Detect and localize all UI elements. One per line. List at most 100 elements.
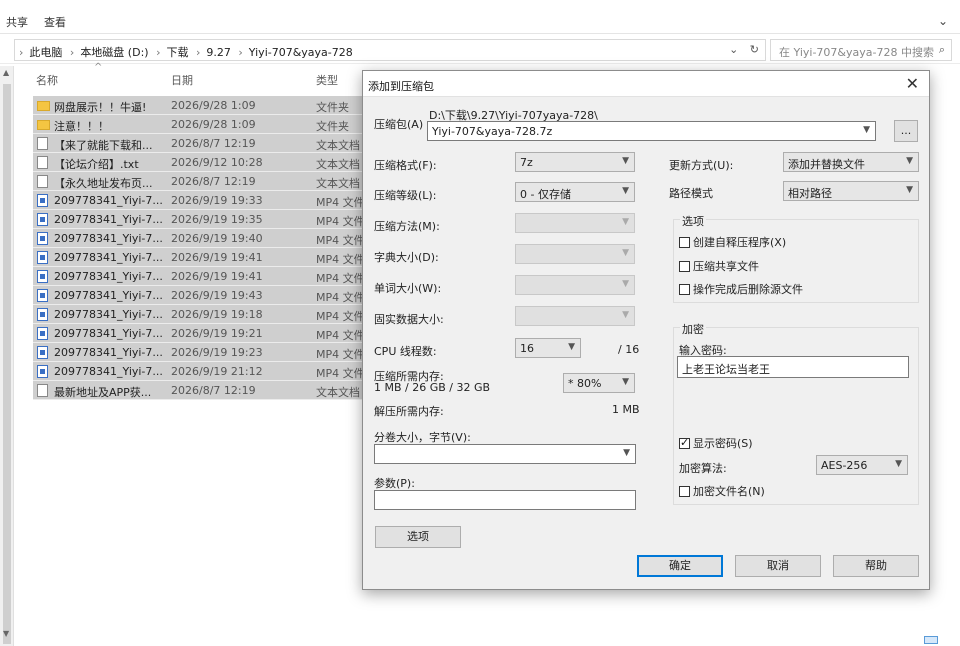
file-date: 2026/9/28 1:09	[171, 118, 256, 131]
file-date: 2026/9/19 19:23	[171, 346, 263, 359]
file-row[interactable]: 网盘展示！！牛逼! 2026/9/28 1:09 文件夹	[33, 96, 363, 115]
file-name: 209778341_Yiyi-7...	[54, 232, 163, 245]
show-password-checkbox[interactable]: 显示密码(S)	[679, 435, 753, 451]
breadcrumb-927[interactable]: 9.27	[206, 46, 231, 59]
column-header-type[interactable]: 类型	[316, 72, 338, 88]
search-input[interactable]: 在 Yiyi-707&yaya-728 中搜索 ⌕	[770, 39, 952, 61]
video-file-icon	[37, 213, 48, 226]
file-type: MP4 文件	[316, 310, 365, 323]
update-value: 添加并替换文件	[788, 158, 865, 171]
compress-shared-checkbox[interactable]: 压缩共享文件	[679, 258, 759, 274]
file-row[interactable]: 209778341_Yiyi-7... 2026/9/19 19:40 MP4 文件	[33, 229, 365, 248]
mem-decomp-value: 1 MB	[612, 403, 640, 416]
file-date: 2026/8/7 12:19	[171, 384, 256, 397]
file-type: MP4 文件	[316, 367, 365, 380]
file-row[interactable]: 209778341_Yiyi-7... 2026/9/19 19:23 MP4 文件	[33, 343, 365, 362]
video-file-icon	[37, 346, 48, 359]
file-type: 文本文档	[316, 139, 360, 152]
split-combo[interactable]: ▼	[374, 444, 636, 464]
chevron-down-icon: ▼	[863, 125, 870, 135]
refresh-icon[interactable]: ↻	[750, 43, 759, 56]
ribbon: 共享 查看 ⌄	[0, 0, 960, 34]
scroll-up-icon[interactable]: ▲	[3, 68, 9, 77]
breadcrumb-separator-icon: ›	[156, 46, 161, 59]
chevron-down-icon: ▼	[622, 310, 629, 320]
file-row[interactable]: 最新地址及APP获... 2026/8/7 12:19 文本文档	[33, 381, 363, 400]
word-select[interactable]: ▼	[515, 275, 635, 295]
file-row[interactable]: 【论坛介绍】.txt 2026/9/12 10:28 文本文档	[33, 153, 363, 172]
file-name: 【论坛介绍】.txt	[54, 158, 139, 171]
level-select[interactable]: 0 - 仅存储 ▼	[515, 182, 635, 202]
column-header-name[interactable]: 名称	[36, 72, 58, 88]
file-row[interactable]: 209778341_Yiyi-7... 2026/9/19 19:21 MP4 文件	[33, 324, 365, 343]
method-select[interactable]: ▼	[515, 213, 635, 233]
create-sfx-checkbox[interactable]: 创建自释压程序(X)	[679, 234, 786, 250]
file-row[interactable]: 209778341_Yiyi-7... 2026/9/19 19:35 MP4 文件	[33, 210, 365, 229]
file-row[interactable]: 209778341_Yiyi-7... 2026/9/19 19:43 MP4 文件	[33, 286, 365, 305]
breadcrumb-current-folder[interactable]: Yiyi-707&yaya-728	[249, 46, 353, 59]
file-row[interactable]: 【永久地址发布页... 2026/8/7 12:19 文本文档	[33, 172, 363, 191]
file-row[interactable]: 209778341_Yiyi-7... 2026/9/19 21:12 MP4 文件	[33, 362, 365, 381]
vertical-scrollbar[interactable]: ▲ ▼	[0, 66, 14, 646]
options-group-title: 选项	[680, 213, 706, 229]
view-mode-icon[interactable]	[924, 636, 938, 644]
scrollbar-thumb[interactable]	[3, 84, 11, 644]
address-bar[interactable]: › 此电脑 › 本地磁盘 (D:) › 下载 › 9.27 › Yiyi-707&yaya…	[14, 39, 766, 61]
dict-select[interactable]: ▼	[515, 244, 635, 264]
file-row[interactable]: 209778341_Yiyi-7... 2026/9/19 19:18 MP4 文件	[33, 305, 365, 324]
file-type: MP4 文件	[316, 253, 365, 266]
help-button[interactable]: 帮助	[833, 555, 919, 577]
params-input[interactable]	[374, 490, 636, 510]
update-label: 更新方式(U):	[669, 159, 734, 172]
ok-button[interactable]: 确定	[637, 555, 723, 577]
checkbox-box[interactable]	[679, 261, 690, 272]
cancel-button[interactable]: 取消	[735, 555, 821, 577]
breadcrumb-drive-d[interactable]: 本地磁盘 (D:)	[80, 46, 148, 59]
archive-name-combo[interactable]: Yiyi-707&yaya-728.7z ▼	[427, 121, 876, 141]
breadcrumb-downloads[interactable]: 下载	[166, 46, 188, 59]
chevron-down-icon: ▼	[622, 217, 629, 227]
breadcrumb-this-pc[interactable]: 此电脑	[29, 46, 62, 59]
split-label: 分卷大小，字节(V):	[374, 431, 471, 444]
update-select[interactable]: 添加并替换文件 ▼	[783, 152, 919, 172]
ribbon-tab-view[interactable]: 查看	[44, 14, 66, 30]
ribbon-tab-share[interactable]: 共享	[6, 14, 28, 30]
file-row[interactable]: 209778341_Yiyi-7... 2026/9/19 19:41 MP4 文件	[33, 248, 365, 267]
solid-select[interactable]: ▼	[515, 306, 635, 326]
chevron-down-icon[interactable]: ⌄	[938, 14, 948, 28]
enc-method-select[interactable]: AES-256 ▼	[816, 455, 908, 475]
checkbox-box[interactable]	[679, 436, 690, 449]
column-header-date[interactable]: 日期	[171, 72, 193, 88]
file-row[interactable]: 【来了就能下载和... 2026/8/7 12:19 文本文档	[33, 134, 363, 153]
threads-select[interactable]: 16 ▼	[515, 338, 581, 358]
file-row[interactable]: 209778341_Yiyi-7... 2026/9/19 19:41 MP4 文件	[33, 267, 365, 286]
file-date: 2026/9/19 19:35	[171, 213, 263, 226]
file-row[interactable]: 注意！！！ 2026/9/28 1:09 文件夹	[33, 115, 363, 134]
close-icon[interactable]: ✕	[906, 74, 919, 93]
file-type: MP4 文件	[316, 348, 365, 361]
video-file-icon	[37, 232, 48, 245]
encrypt-names-checkbox[interactable]: 加密文件名(N)	[679, 483, 765, 499]
file-date: 2026/9/19 19:43	[171, 289, 263, 302]
file-name: 注意！！！	[54, 120, 109, 133]
checkbox-box[interactable]	[679, 237, 690, 248]
archive-label: 压缩包(A)	[374, 118, 424, 131]
password-input[interactable]: 上老王论坛当老王	[677, 356, 909, 378]
scroll-down-icon[interactable]: ▼	[3, 629, 9, 638]
checkbox-box[interactable]	[679, 486, 690, 497]
format-select[interactable]: 7z ▼	[515, 152, 635, 172]
checkbox-box[interactable]	[679, 284, 690, 295]
pathmode-select[interactable]: 相对路径 ▼	[783, 181, 919, 201]
options-button[interactable]: 选项	[375, 526, 461, 548]
breadcrumb: › 此电脑 › 本地磁盘 (D:) › 下载 › 9.27 › Yiyi-707&yaya…	[19, 44, 357, 60]
text-file-icon	[37, 384, 48, 397]
delete-after-checkbox[interactable]: 操作完成后删除源文件	[679, 281, 803, 297]
mem-percent-select[interactable]: * 80% ▼	[563, 373, 635, 393]
level-label: 压缩等级(L):	[374, 189, 437, 202]
file-row[interactable]: 209778341_Yiyi-7... 2026/9/19 19:33 MP4 文件	[33, 191, 365, 210]
dialog-titlebar: 添加到压缩包 ✕	[363, 71, 929, 97]
browse-button[interactable]: ...	[894, 120, 918, 142]
chevron-down-icon[interactable]: ⌄	[729, 43, 738, 56]
dict-label: 字典大小(D):	[374, 251, 439, 264]
search-icon[interactable]: ⌕	[939, 43, 945, 57]
